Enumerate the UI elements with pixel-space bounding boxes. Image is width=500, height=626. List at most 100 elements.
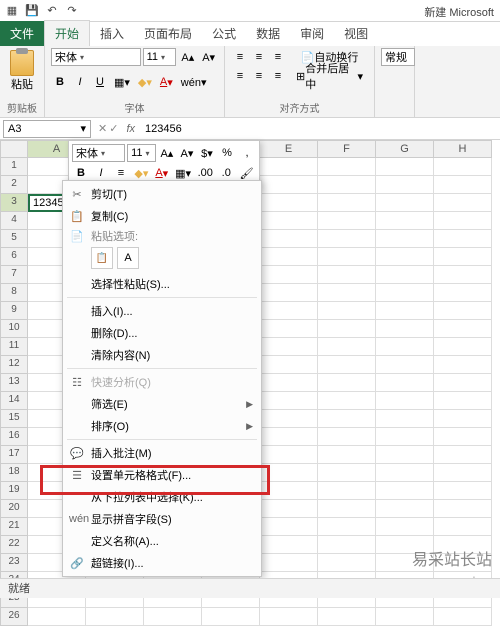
row-header[interactable]: 21 [0,518,28,536]
cell[interactable] [260,410,318,428]
cancel-icon[interactable]: ✕ [98,122,107,135]
decrease-font-button[interactable]: A▾ [199,48,218,66]
cell[interactable] [260,158,318,176]
cell[interactable] [318,194,376,212]
row-header[interactable]: 9 [0,302,28,320]
col-header[interactable]: E [260,140,318,158]
row-header[interactable]: 6 [0,248,28,266]
save-icon[interactable]: 💾 [24,3,40,19]
menu-filter[interactable]: 筛选(E)▶ [63,393,261,415]
cell[interactable] [376,230,434,248]
redo-icon[interactable]: ↷ [64,3,80,19]
cell[interactable] [318,320,376,338]
cell[interactable] [318,248,376,266]
row-header[interactable]: 19 [0,482,28,500]
row-header[interactable]: 15 [0,410,28,428]
cell[interactable] [318,230,376,248]
fill-color-button[interactable]: ◆▾ [135,73,155,91]
row-header[interactable]: 18 [0,464,28,482]
cell[interactable] [376,284,434,302]
name-box[interactable]: A3▾ [3,120,91,138]
align-bottom-button[interactable]: ≡ [269,48,287,66]
row-header[interactable]: 5 [0,230,28,248]
cell[interactable] [260,212,318,230]
tab-layout[interactable]: 页面布局 [134,21,202,46]
mini-decrease-font[interactable]: A▾ [178,144,196,162]
cell[interactable] [376,266,434,284]
cell[interactable] [376,392,434,410]
cell[interactable] [260,338,318,356]
cell[interactable] [260,284,318,302]
cell[interactable] [260,518,318,536]
menu-format-cells[interactable]: ☰设置单元格格式(F)... [63,464,261,486]
font-color-button[interactable]: A▾ [157,73,176,91]
cell[interactable] [434,248,492,266]
menu-delete[interactable]: 删除(D)... [63,322,261,344]
cell[interactable] [434,158,492,176]
align-middle-button[interactable]: ≡ [250,48,268,66]
paste-option-all[interactable]: 📋 [91,247,113,269]
cell[interactable] [434,482,492,500]
row-header[interactable]: 17 [0,446,28,464]
cell[interactable] [434,392,492,410]
cell[interactable] [260,230,318,248]
mini-increase-font[interactable]: A▴ [158,144,176,162]
cell[interactable] [434,410,492,428]
row-header[interactable]: 11 [0,338,28,356]
cell[interactable] [260,356,318,374]
phonetic-button[interactable]: wén▾ [178,73,210,91]
menu-sort[interactable]: 排序(O)▶ [63,415,261,437]
cell[interactable] [376,248,434,266]
fx-icon[interactable]: fx [122,123,139,135]
row-header[interactable]: 13 [0,374,28,392]
cell[interactable] [376,464,434,482]
formula-input[interactable]: 123456 [139,123,500,135]
cell[interactable] [202,608,260,626]
col-header[interactable]: H [434,140,492,158]
cell[interactable] [318,284,376,302]
cell[interactable] [318,374,376,392]
enter-icon[interactable]: ✓ [109,122,118,135]
cell[interactable] [434,302,492,320]
cell[interactable] [260,428,318,446]
cell[interactable] [434,338,492,356]
tab-view[interactable]: 视图 [334,21,378,46]
cell[interactable] [318,176,376,194]
menu-paste-special[interactable]: 选择性粘贴(S)... [63,273,261,295]
cell[interactable] [318,446,376,464]
cell[interactable] [434,428,492,446]
cell[interactable] [318,158,376,176]
cell[interactable] [434,464,492,482]
cell[interactable] [434,194,492,212]
tab-home[interactable]: 开始 [44,20,90,46]
border-button[interactable]: ▦▾ [111,73,133,91]
cell[interactable] [260,446,318,464]
row-header[interactable]: 10 [0,320,28,338]
cell[interactable] [434,230,492,248]
tab-formulas[interactable]: 公式 [202,21,246,46]
row-header[interactable]: 3 [0,194,28,212]
cell[interactable] [260,500,318,518]
menu-copy[interactable]: 📋复制(C) [63,205,261,227]
cell[interactable] [376,410,434,428]
cell[interactable] [260,482,318,500]
undo-icon[interactable]: ↶ [44,3,60,19]
mini-font-combo[interactable]: 宋体▾ [72,144,125,162]
col-header[interactable]: F [318,140,376,158]
cell[interactable] [318,554,376,572]
col-header[interactable]: G [376,140,434,158]
cell[interactable] [434,608,492,626]
menu-phonetic[interactable]: wén显示拼音字段(S) [63,508,261,530]
row-header[interactable]: 22 [0,536,28,554]
cell[interactable] [376,374,434,392]
cell[interactable] [28,608,86,626]
tab-data[interactable]: 数据 [246,21,290,46]
number-format-combo[interactable]: 常规 [381,48,415,66]
cell[interactable] [318,302,376,320]
increase-font-button[interactable]: A▴ [178,48,197,66]
tab-insert[interactable]: 插入 [90,21,134,46]
cell[interactable] [376,518,434,536]
row-header[interactable]: 4 [0,212,28,230]
cell[interactable] [434,500,492,518]
cell[interactable] [260,608,318,626]
